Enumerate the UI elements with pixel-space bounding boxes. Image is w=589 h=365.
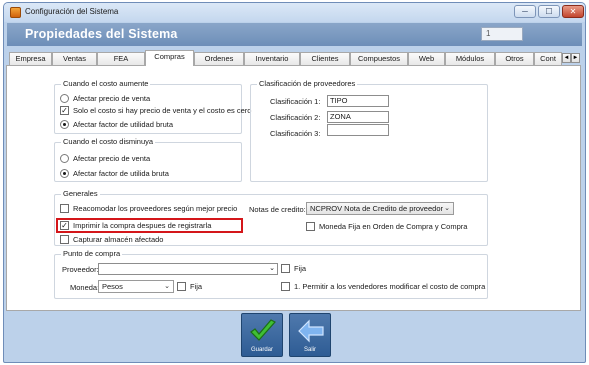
clasificacion-1-label: Clasificación 1: xyxy=(270,97,321,106)
chevron-down-icon: ⌄ xyxy=(444,205,450,212)
checkbox-icon[interactable] xyxy=(306,222,315,231)
costo-disminuya-title: Cuando el costo disminuya xyxy=(61,137,156,146)
tab-ventas[interactable]: Ventas xyxy=(52,52,97,66)
costo-aumente-title: Cuando el costo aumente xyxy=(61,79,151,88)
aumente-option-factor[interactable]: Afectar factor de utilidad bruta xyxy=(60,120,173,129)
moneda-fija-option[interactable]: Moneda Fija en Orden de Compra y Compra xyxy=(306,222,467,231)
checkbox-icon[interactable] xyxy=(60,235,69,244)
checkbox-checked-icon[interactable]: ✓ xyxy=(60,106,69,115)
tab-otros[interactable]: Otros xyxy=(495,52,534,66)
clasificacion-3-label: Clasificación 3: xyxy=(270,129,321,138)
checkbox-icon[interactable] xyxy=(281,282,290,291)
notas-credito-select[interactable]: NCPROV Nota de Credito de proveedor ⌄ xyxy=(306,202,454,215)
disminuya-option-precio[interactable]: Afectar precio de venta xyxy=(60,154,150,163)
option-label: Afectar factor de utilidad bruta xyxy=(73,120,174,129)
moneda-fija-checkbox[interactable]: Fija xyxy=(177,282,202,291)
guardar-label: Guardar xyxy=(250,347,273,353)
aumente-option-solo-costo[interactable]: ✓ Solo el costo si hay precio de venta y… xyxy=(60,106,251,115)
tab-web[interactable]: Web xyxy=(408,52,445,66)
option-label: Moneda Fija en Orden de Compra y Compra xyxy=(319,222,468,231)
option-label: Capturar almacén afectado xyxy=(73,235,164,244)
tab-cont[interactable]: Cont xyxy=(534,52,562,66)
clasificacion-1-input[interactable]: TIPO xyxy=(327,95,389,107)
notas-credito-value: NCPROV Nota de Credito de proveedor xyxy=(310,204,443,213)
tab-modulos[interactable]: Módulos xyxy=(445,52,495,66)
option-label: Reacomodar los proveedores según mejor p… xyxy=(73,204,238,213)
moneda-select[interactable]: Pesos ⌄ xyxy=(98,280,174,293)
tab-compuestos[interactable]: Compuestos xyxy=(350,52,408,66)
proveedor-select[interactable]: ⌄ xyxy=(98,263,278,275)
generales-title: Generales xyxy=(61,189,100,198)
salir-button[interactable]: Salir xyxy=(289,313,331,357)
app-icon xyxy=(10,7,21,18)
checkbox-icon[interactable] xyxy=(60,204,69,213)
aumente-option-precio[interactable]: Afectar precio de venta xyxy=(60,94,150,103)
window-title: Configuración del Sistema xyxy=(25,7,119,16)
guardar-button[interactable]: Guardar xyxy=(241,313,283,357)
permitir-vendedores-option[interactable]: 1. Permitir a los vendedores modificar e… xyxy=(281,282,485,291)
radio-icon[interactable] xyxy=(60,154,69,163)
proveedor-fija-option[interactable]: Fija xyxy=(281,264,306,273)
tab-scroll-right-icon[interactable]: ► xyxy=(571,53,580,63)
page-title: Propiedades del Sistema xyxy=(25,27,178,41)
tab-strip: Empresa Ventas FEA Compras Ordenes Inven… xyxy=(6,50,581,66)
option-label: Fija xyxy=(294,264,307,273)
tab-fea[interactable]: FEA xyxy=(97,52,145,66)
clasificacion-title: Clasificación de proveedores xyxy=(257,79,358,88)
checkbox-icon[interactable] xyxy=(177,282,186,291)
salir-label: Salir xyxy=(303,347,316,353)
tab-compras[interactable]: Compras xyxy=(145,50,194,66)
tab-inventario[interactable]: Inventario xyxy=(244,52,300,66)
tab-ordenes[interactable]: Ordenes xyxy=(194,52,244,66)
checkbox-icon[interactable] xyxy=(281,264,290,273)
tab-clientes[interactable]: Clientes xyxy=(300,52,350,66)
clasificacion-2-label: Clasificación 2: xyxy=(270,113,321,122)
company-number-field[interactable]: 1 xyxy=(481,27,523,41)
moneda-value: Pesos xyxy=(102,282,123,291)
minimize-button[interactable]: ─ xyxy=(514,5,536,18)
chevron-down-icon: ⌄ xyxy=(164,283,170,290)
clasificacion-3-input[interactable] xyxy=(327,124,389,136)
radio-selected-icon[interactable] xyxy=(60,120,69,129)
clasificacion-2-input[interactable]: ZONA xyxy=(327,111,389,123)
generales-option-reacomodar[interactable]: Reacomodar los proveedores según mejor p… xyxy=(60,204,237,213)
option-label: Fija xyxy=(190,282,203,291)
radio-icon[interactable] xyxy=(60,94,69,103)
generales-option-almacen[interactable]: Capturar almacén afectado xyxy=(60,235,163,244)
disminuya-option-factor[interactable]: Afectar factor de utilida bruta xyxy=(60,169,169,178)
option-label: Solo el costo si hay precio de venta y e… xyxy=(73,106,252,115)
tab-scroll-left-icon[interactable]: ◄ xyxy=(562,53,571,63)
option-label: Afectar precio de venta xyxy=(73,154,151,163)
maximize-button[interactable]: ☐ xyxy=(538,5,560,18)
option-label: Afectar factor de utilida bruta xyxy=(73,169,169,178)
tab-empresa[interactable]: Empresa xyxy=(9,52,52,66)
moneda-label: Moneda: xyxy=(70,283,100,292)
close-button[interactable]: ✕ xyxy=(562,5,584,18)
punto-compra-title: Punto de compra xyxy=(61,249,123,258)
checkmark-icon xyxy=(250,319,276,341)
title-bar: Configuración del Sistema ─ ☐ ✕ xyxy=(4,3,585,22)
radio-selected-icon[interactable] xyxy=(60,169,69,178)
header-bar: Propiedades del Sistema 1 xyxy=(7,23,582,46)
option-label: Afectar precio de venta xyxy=(73,94,151,103)
notas-credito-label: Notas de credito: xyxy=(249,205,306,214)
option-label: 1. Permitir a los vendedores modificar e… xyxy=(294,282,486,291)
proveedor-label: Proveedor: xyxy=(62,265,99,274)
highlight-box xyxy=(56,218,243,233)
back-arrow-icon xyxy=(298,319,324,343)
chevron-down-icon: ⌄ xyxy=(269,265,275,272)
